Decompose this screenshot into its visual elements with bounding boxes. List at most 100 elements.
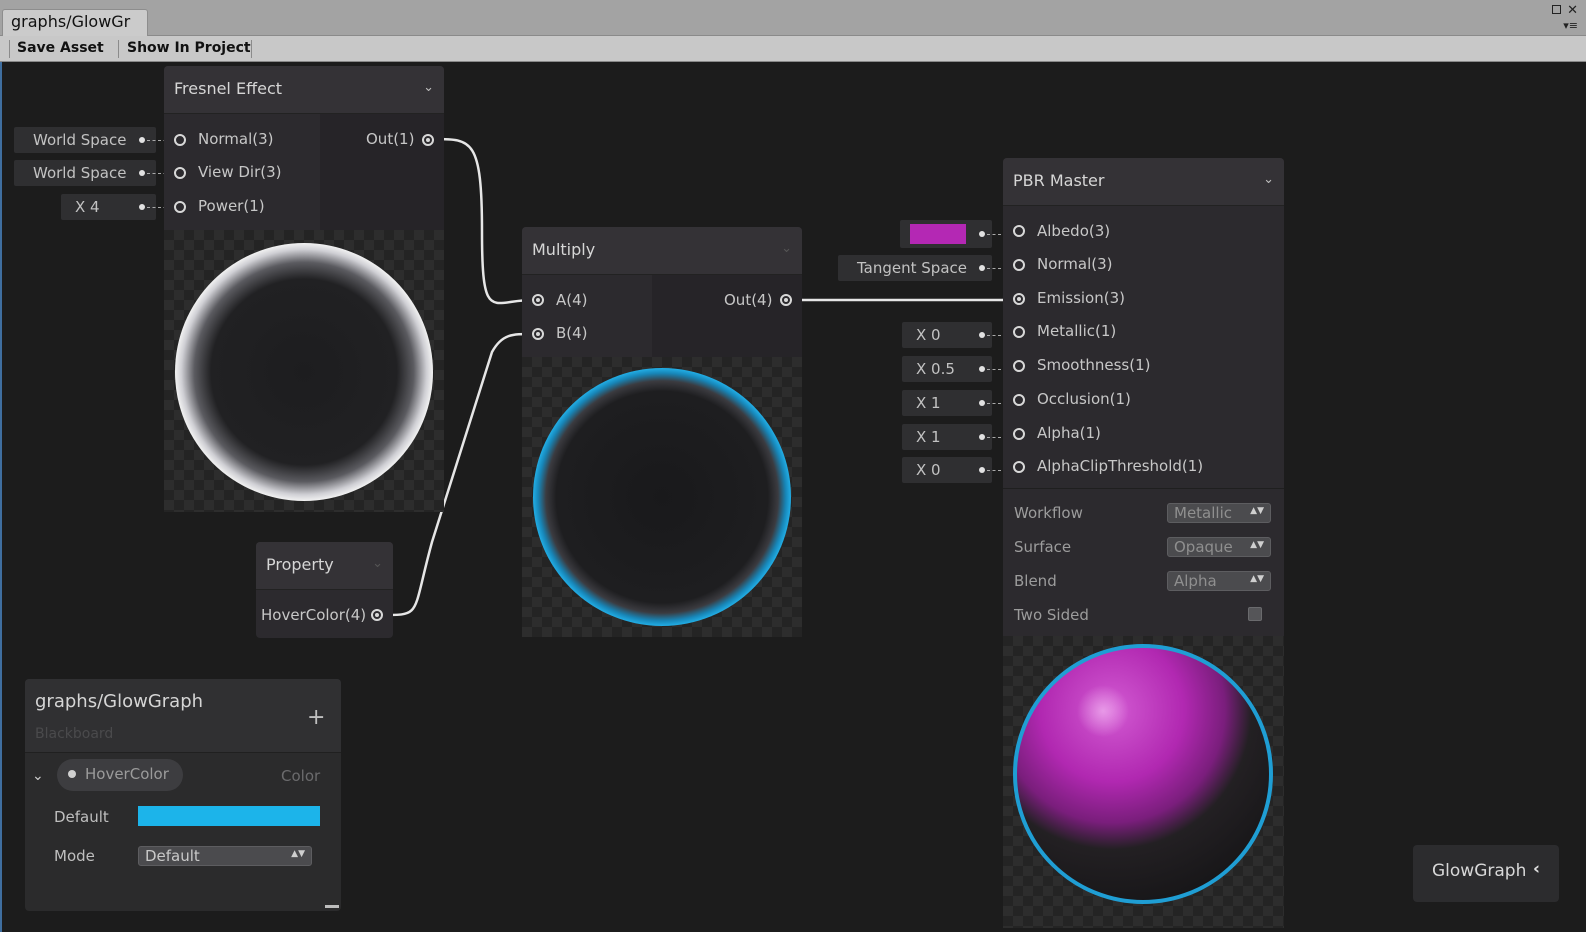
property-pill[interactable]: HoverColor (57, 759, 183, 791)
chip-connector-dot (139, 204, 145, 210)
chevron-down-icon[interactable]: ⌄ (781, 241, 792, 256)
chip-connector-dot (139, 170, 145, 176)
mode-dropdown[interactable]: Default ▲▼ (138, 846, 312, 866)
resize-handle-icon[interactable] (325, 905, 339, 908)
graph-canvas[interactable]: World Space World Space X 4 Fresnel Effe… (0, 62, 1586, 932)
dropdown-arrow-icon: ▲▼ (1250, 540, 1264, 550)
blackboard-panel[interactable]: graphs/GlowGraph Blackboard + ⌄ HoverCol… (25, 679, 341, 911)
pbr-master-node[interactable]: PBR Master ⌄ Albedo(3) Normal(3) Emissio… (1003, 158, 1284, 928)
graph-tag-panel[interactable]: GlowGraph ‹ (1413, 845, 1559, 902)
maximize-icon[interactable] (1552, 5, 1562, 14)
viewdir-space-chip[interactable]: World Space (14, 160, 156, 186)
b-input-port[interactable] (532, 328, 544, 340)
normal-input-port[interactable] (174, 134, 186, 146)
workflow-dropdown[interactable]: Metallic ▲▼ (1167, 503, 1271, 523)
dropdown-arrow-icon: ▲▼ (1250, 506, 1264, 516)
default-color-field[interactable] (138, 806, 320, 826)
surface-label: Surface (1014, 538, 1072, 556)
node-title: Fresnel Effect (174, 79, 283, 98)
blackboard-subtitle: Blackboard (35, 726, 114, 742)
normal-space-chip[interactable]: Tangent Space (838, 255, 992, 281)
input-slot-viewdir: View Dir(3) (198, 163, 282, 181)
power-input-port[interactable] (174, 201, 186, 213)
chevron-down-icon[interactable]: ⌄ (1263, 172, 1274, 187)
default-label: Default (54, 808, 109, 826)
chevron-down-icon[interactable]: ⌄ (32, 768, 44, 784)
albedo-input-port[interactable] (1013, 225, 1025, 237)
viewdir-input-port[interactable] (174, 167, 186, 179)
show-in-project-button[interactable]: Show In Project (127, 38, 251, 60)
a-input-port[interactable] (532, 294, 544, 306)
multiply-node[interactable]: Multiply ⌄ A(4) B(4) Out(4) (522, 227, 802, 637)
close-icon[interactable]: ✕ (1567, 3, 1578, 18)
fresnel-effect-node[interactable]: Fresnel Effect ⌄ Normal(3) View Dir(3) P… (164, 66, 444, 512)
node-preview (522, 357, 802, 637)
surface-dropdown[interactable]: Opaque ▲▼ (1167, 537, 1271, 557)
dropdown-arrow-icon: ▲▼ (1250, 574, 1264, 584)
workflow-label: Workflow (1014, 504, 1083, 522)
window-menu-icon[interactable]: ▾≡ (1563, 19, 1578, 32)
toolbar-separator (118, 40, 119, 58)
output-slot-hovercolor: HoverColor(4) (261, 606, 367, 624)
toolbar-separator (251, 40, 252, 58)
chip-connector-dot (979, 467, 985, 473)
input-slot-metallic: Metallic(1) (1037, 322, 1117, 340)
property-dot-icon (68, 770, 76, 778)
out-output-port[interactable] (422, 134, 434, 146)
input-slot-a: A(4) (556, 291, 588, 309)
input-slot-emission: Emission(3) (1037, 289, 1125, 307)
input-slot-normal: Normal(3) (198, 130, 274, 148)
chip-connector-dot (979, 332, 985, 338)
blend-dropdown[interactable]: Alpha ▲▼ (1167, 571, 1271, 591)
save-asset-button[interactable]: Save Asset (17, 38, 104, 60)
normal-space-chip[interactable]: World Space (14, 127, 156, 153)
clip-threshold-input-port[interactable] (1013, 461, 1025, 473)
two-sided-checkbox[interactable] (1248, 607, 1262, 621)
node-title: Property (266, 555, 334, 574)
multiply-preview-sphere (533, 368, 791, 626)
mode-label: Mode (54, 847, 95, 865)
toolbar: Save Asset Show In Project (0, 36, 1586, 62)
node-header[interactable]: PBR Master ⌄ (1003, 158, 1284, 206)
chevron-left-icon[interactable]: ‹ (1533, 859, 1540, 879)
normal-input-port[interactable] (1013, 259, 1025, 271)
chip-connector-dot (979, 265, 985, 271)
toolbar-separator (9, 40, 10, 58)
node-title: PBR Master (1013, 171, 1105, 190)
input-slot-b: B(4) (556, 324, 588, 342)
property-node[interactable]: Property ⌄ HoverColor(4) (256, 542, 393, 638)
alpha-input-port[interactable] (1013, 428, 1025, 440)
graph-tag-label: GlowGraph (1432, 861, 1527, 881)
input-slot-smoothness: Smoothness(1) (1037, 356, 1151, 374)
chevron-down-icon[interactable]: ⌄ (423, 80, 434, 95)
chip-connector-dot (979, 400, 985, 406)
albedo-color-swatch[interactable] (910, 224, 966, 244)
input-slot-alpha: Alpha(1) (1037, 424, 1101, 442)
divider (1003, 488, 1284, 489)
plus-icon[interactable]: + (307, 705, 325, 730)
window-tab[interactable]: graphs/GlowGr (2, 9, 148, 36)
node-header[interactable]: Multiply ⌄ (522, 227, 802, 275)
window-tab-bar: graphs/GlowGr ✕ ▾≡ (0, 0, 1586, 36)
node-title: Multiply (532, 240, 596, 259)
input-slot-power: Power(1) (198, 197, 265, 215)
chevron-down-icon[interactable]: ⌄ (372, 556, 383, 571)
input-slot-normal: Normal(3) (1037, 255, 1113, 273)
node-header[interactable]: Property ⌄ (256, 542, 393, 590)
emission-input-port[interactable] (1013, 293, 1025, 305)
occlusion-input-port[interactable] (1013, 394, 1025, 406)
node-preview (164, 230, 444, 512)
node-header[interactable]: Fresnel Effect ⌄ (164, 66, 444, 114)
output-slot-out: Out(1) (366, 130, 415, 148)
smoothness-input-port[interactable] (1013, 360, 1025, 372)
hovercolor-output-port[interactable] (371, 609, 383, 621)
dropdown-arrow-icon: ▲▼ (291, 849, 305, 859)
metallic-input-port[interactable] (1013, 326, 1025, 338)
input-slot-occlusion: Occlusion(1) (1037, 390, 1131, 408)
wire-fresnel-to-multiply-a[interactable] (433, 137, 533, 305)
output-slot-area (652, 275, 802, 357)
chip-connector-dot (979, 434, 985, 440)
window-controls: ✕ ▾≡ (1552, 3, 1578, 32)
out-output-port[interactable] (780, 294, 792, 306)
blackboard-title: graphs/GlowGraph (35, 691, 204, 712)
